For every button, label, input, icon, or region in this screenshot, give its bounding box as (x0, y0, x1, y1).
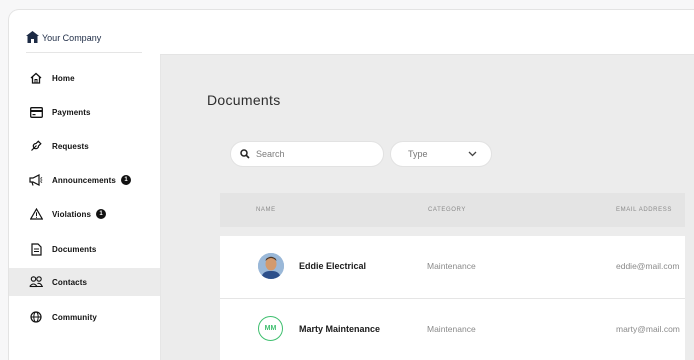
sidebar-item-requests[interactable]: Requests (9, 132, 160, 160)
column-header-name[interactable]: NAME (256, 207, 276, 213)
contact-category: Maintenance (427, 261, 476, 271)
sidebar-item-violations[interactable]: Violations 1 (9, 200, 160, 228)
house-logo-icon (26, 31, 39, 45)
sidebar-item-payments[interactable]: Payments (9, 98, 160, 126)
sidebar-item-label: Community (52, 312, 97, 322)
table-row[interactable]: Eddie Electrical Maintenance eddie@mail.… (220, 236, 685, 299)
avatar (258, 253, 284, 279)
search-box[interactable] (230, 141, 384, 167)
warning-icon (28, 206, 44, 222)
notification-badge: 1 (120, 175, 131, 185)
sidebar-item-documents[interactable]: Documents (9, 235, 160, 263)
page-title: Documents (207, 92, 281, 108)
sidebar-item-contacts[interactable]: Contacts (9, 268, 160, 296)
contact-category: Maintenance (427, 324, 476, 334)
column-header-category[interactable]: CATEGORY (428, 207, 466, 213)
top-bar (160, 10, 694, 55)
company-logo[interactable]: Your Company (26, 31, 101, 45)
contact-email[interactable]: eddie@mail.com (616, 261, 679, 271)
globe-icon (28, 309, 44, 325)
sidebar-item-home[interactable]: Home (9, 64, 160, 92)
contacts-icon (28, 274, 44, 290)
avatar: MM (258, 316, 283, 341)
sidebar-item-label: Requests (52, 141, 89, 151)
sidebar-item-community[interactable]: Community (9, 303, 160, 331)
chevron-down-icon (468, 151, 477, 157)
credit-card-icon (28, 104, 44, 120)
notification-badge: 1 (96, 209, 107, 219)
logo-divider (26, 52, 142, 53)
sidebar-item-announcements[interactable]: Announcements 1 (9, 166, 160, 194)
table-header: NAME CATEGORY EMAIL ADDRESS (220, 193, 685, 227)
column-header-email[interactable]: EMAIL ADDRESS (616, 207, 672, 213)
sidebar: Your Company Home Payments Requests Anno… (9, 10, 161, 360)
sidebar-item-label: Payments (52, 107, 91, 117)
contact-email[interactable]: marty@mail.com (616, 324, 680, 334)
search-icon (240, 149, 250, 159)
search-input[interactable] (254, 148, 368, 160)
megaphone-icon (28, 172, 44, 188)
sidebar-item-label: Home (52, 73, 75, 83)
contact-name: Marty Maintenance (299, 324, 381, 334)
table-row[interactable]: MM Marty Maintenance Maintenance marty@m… (220, 299, 685, 360)
type-filter-label: Type (408, 149, 428, 159)
type-filter-dropdown[interactable]: Type (390, 141, 492, 167)
home-icon (28, 70, 44, 86)
sidebar-item-label: Documents (52, 244, 97, 254)
contact-name: Eddie Electrical (299, 261, 367, 271)
sidebar-item-label: Violations (52, 209, 92, 219)
company-name: Your Company (42, 33, 102, 43)
wrench-icon (28, 138, 44, 154)
document-icon (28, 241, 44, 257)
sidebar-item-label: Contacts (52, 277, 88, 287)
sidebar-item-label: Announcements (52, 175, 116, 185)
